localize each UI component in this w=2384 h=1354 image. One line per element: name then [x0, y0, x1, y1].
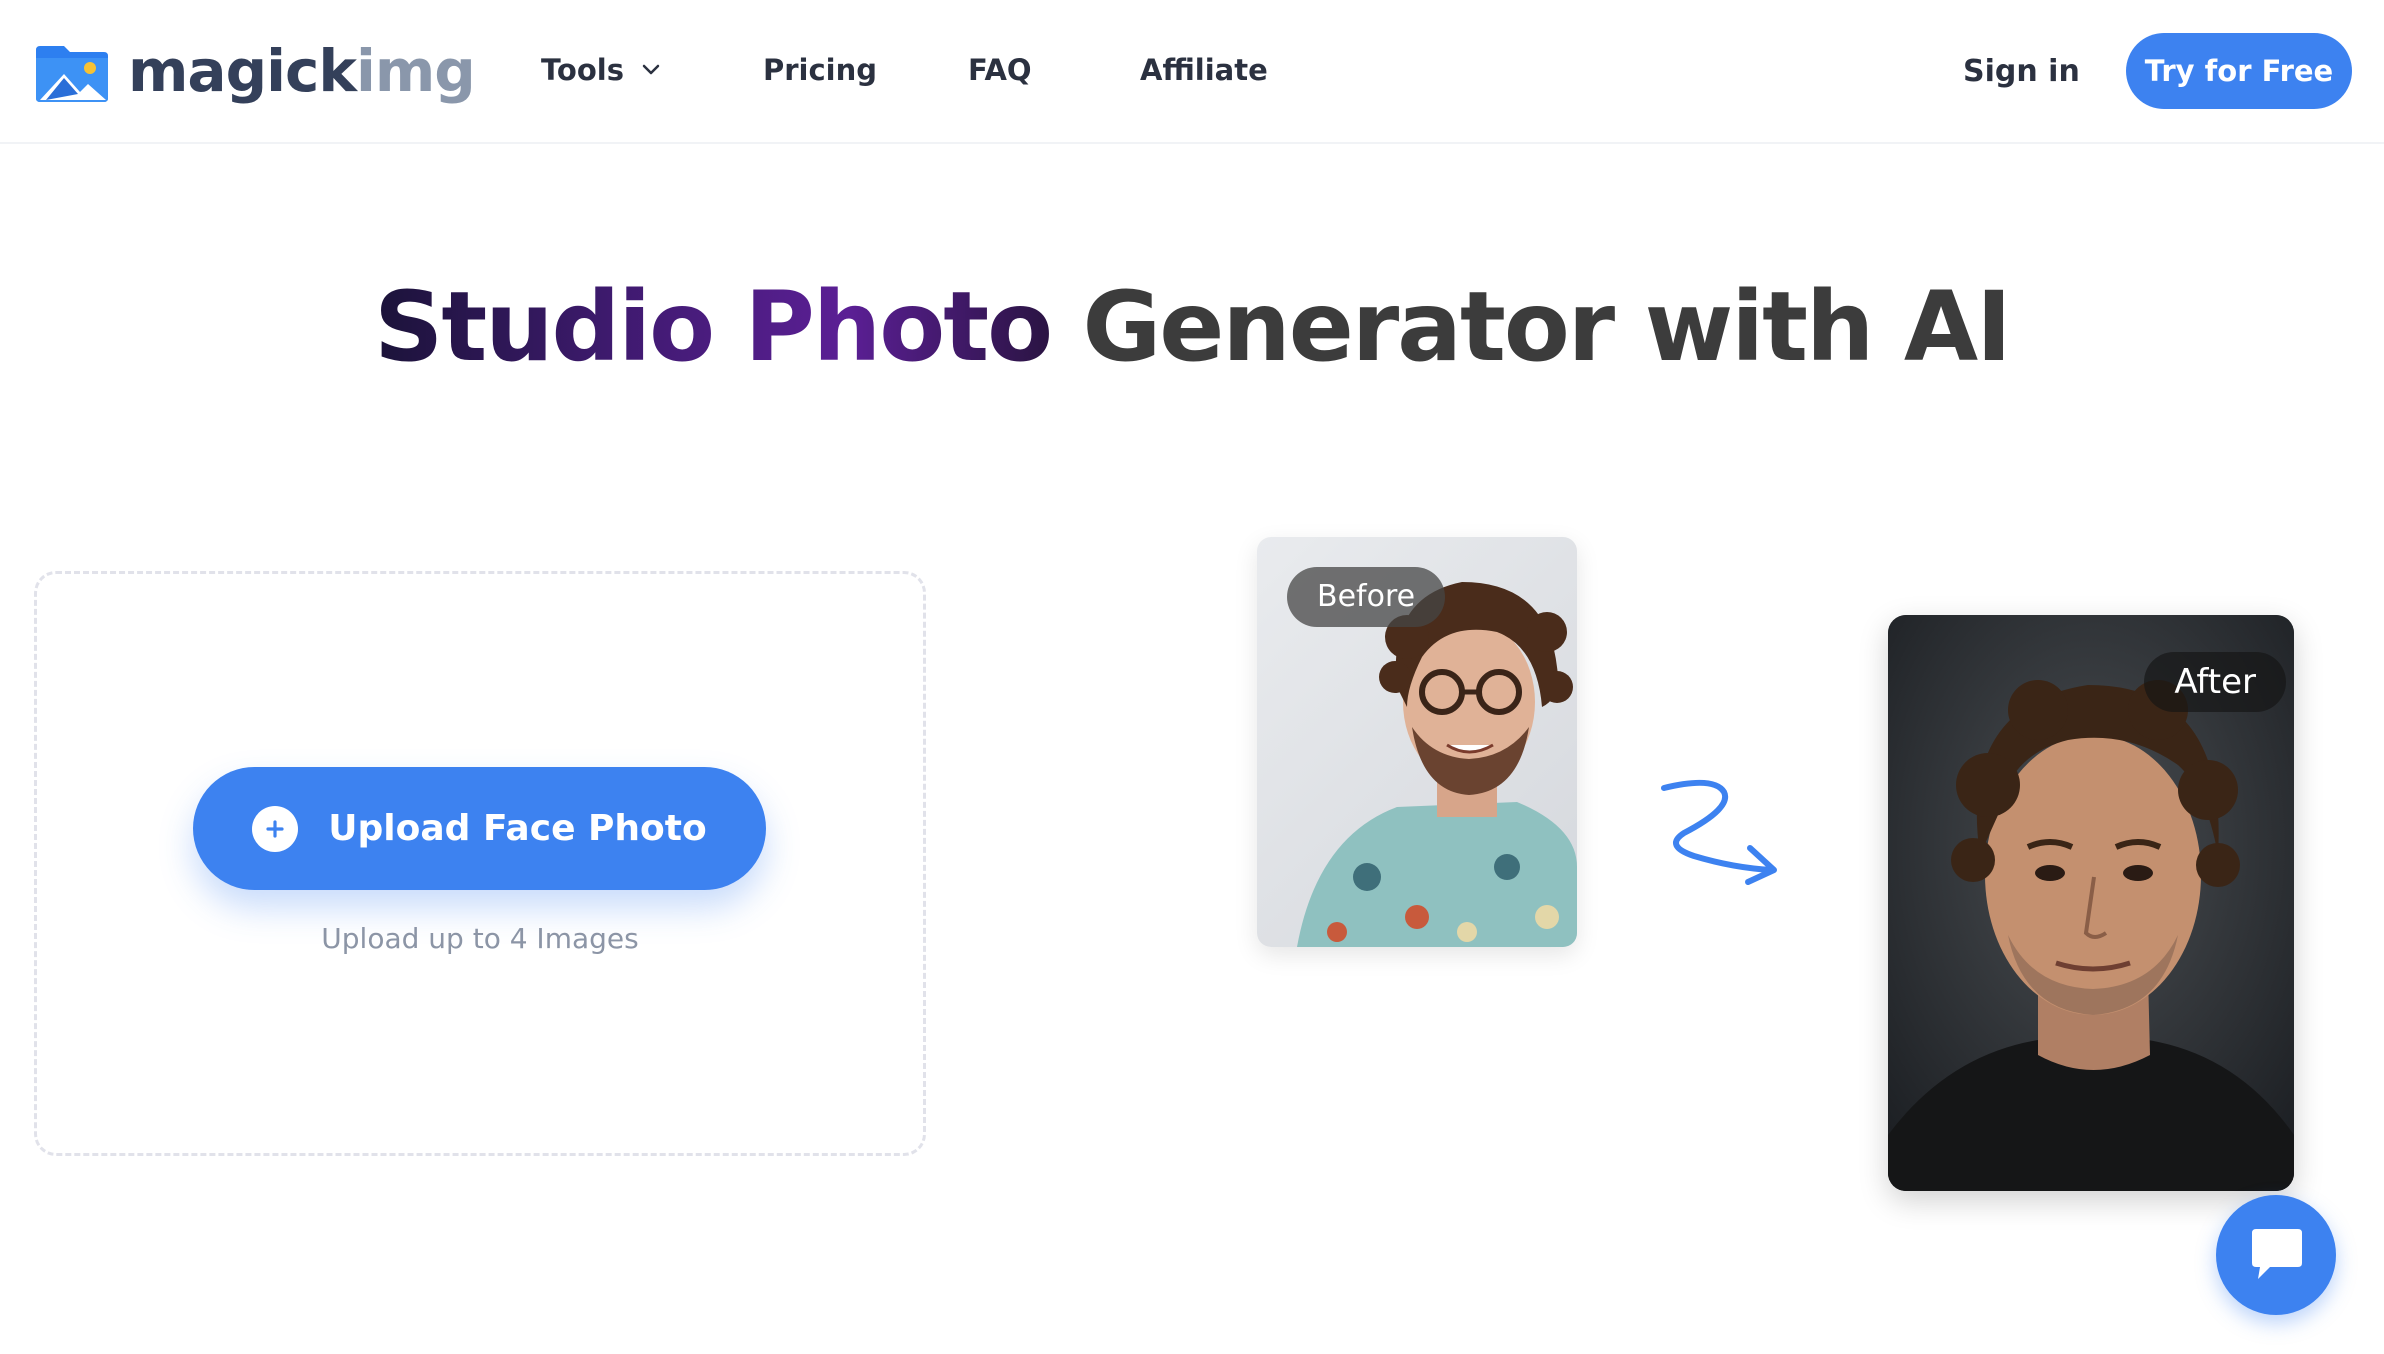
site-logo[interactable]: magickimg: [34, 37, 476, 105]
nav-tools-label: Tools: [541, 53, 624, 87]
upload-face-photo-button[interactable]: Upload Face Photo: [193, 767, 766, 890]
chevron-down-icon: [642, 64, 660, 75]
page-title-highlight: Studio Photo: [374, 271, 1053, 383]
plus-icon: [252, 805, 299, 852]
logo-wordmark: magickimg: [128, 37, 476, 105]
before-example-image: Before: [1257, 537, 1577, 947]
chat-widget-button[interactable]: [2216, 1195, 2336, 1315]
page-title: Studio Photo Generator with AI: [0, 262, 2384, 392]
logo-mark-icon: [36, 46, 108, 102]
page-title-rest: Generator with AI: [1051, 271, 2011, 383]
chat-icon: [2252, 1229, 2302, 1279]
after-example-image: After: [1888, 615, 2294, 1191]
sign-in-link[interactable]: Sign in: [1963, 52, 2080, 92]
squiggle-arrow-icon: [1661, 779, 1777, 885]
try-for-free-button[interactable]: Try for Free: [2126, 33, 2352, 109]
before-label: Before: [1287, 567, 1446, 627]
after-label: After: [2144, 652, 2286, 712]
nav-affiliate-link[interactable]: Affiliate: [1140, 50, 1268, 90]
site-header: magickimg Tools Pricing FAQ Affiliate Si…: [0, 0, 2384, 144]
nav-faq-link[interactable]: FAQ: [968, 50, 1032, 90]
upload-hint-text: Upload up to 4 Images: [321, 922, 639, 955]
upload-button-label: Upload Face Photo: [328, 808, 707, 849]
nav-tools-dropdown[interactable]: Tools: [541, 50, 660, 90]
nav-pricing-link[interactable]: Pricing: [763, 50, 877, 90]
